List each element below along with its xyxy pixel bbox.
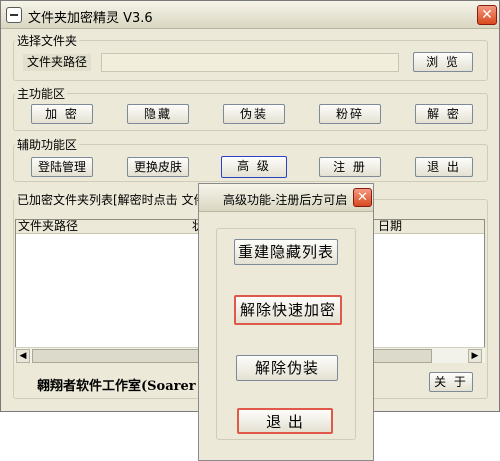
folder-path-input[interactable] xyxy=(101,53,399,72)
studio-name: 翱翔者软件工作室(Soarer xyxy=(37,379,196,394)
scroll-left-icon[interactable]: ◀ xyxy=(16,349,30,363)
dialog-title-bar[interactable]: 高级功能-注册后方可启 ✕ xyxy=(199,184,373,212)
disguise-button[interactable]: 伪装 xyxy=(223,104,285,124)
folder-path-label: 文件夹路径 xyxy=(23,54,92,71)
change-skin-button[interactable]: 更换皮肤 xyxy=(127,157,189,177)
advanced-dialog: 高级功能-注册后方可启 ✕ 重建隐藏列表 解除快速加密 解除伪装 退 出 xyxy=(198,183,374,461)
scroll-right-icon[interactable]: ▶ xyxy=(468,349,482,363)
dialog-title: 高级功能-注册后方可启 xyxy=(223,193,348,207)
about-button[interactable]: 关 于 xyxy=(429,372,473,392)
encrypted-list-group-label: 已加密文件夹列表[解密时点击 文件 xyxy=(15,191,208,208)
browse-button[interactable]: 浏 览 xyxy=(413,52,473,72)
exit-button[interactable]: 退 出 xyxy=(415,157,473,177)
hide-button[interactable]: 隐藏 xyxy=(127,104,189,124)
remove-quick-encrypt-button[interactable]: 解除快速加密 xyxy=(234,295,342,325)
shred-button[interactable]: 粉碎 xyxy=(319,104,381,124)
close-button[interactable]: ✕ xyxy=(477,5,497,25)
main-function-group-label: 主功能区 xyxy=(15,85,68,102)
remove-disguise-button[interactable]: 解除伪装 xyxy=(236,355,338,381)
window-title: 文件夹加密精灵 V3.6 xyxy=(28,11,153,26)
advanced-button[interactable]: 高 级 xyxy=(221,156,287,178)
decrypt-button[interactable]: 解 密 xyxy=(415,104,473,124)
column-folder-path[interactable]: 文件夹路径 xyxy=(18,220,78,233)
column-date[interactable]: 日期 xyxy=(378,220,402,233)
aux-function-group-label: 辅助功能区 xyxy=(15,136,80,153)
dialog-exit-button[interactable]: 退 出 xyxy=(237,408,333,434)
system-menu-icon[interactable] xyxy=(6,7,22,23)
register-button[interactable]: 注 册 xyxy=(319,157,381,177)
select-folder-group-label: 选择文件夹 xyxy=(15,32,80,49)
rebuild-hidden-list-button[interactable]: 重建隐藏列表 xyxy=(234,239,338,265)
title-bar[interactable]: 文件夹加密精灵 V3.6 ✕ xyxy=(1,1,499,29)
encrypt-button[interactable]: 加 密 xyxy=(31,104,93,124)
dialog-close-button[interactable]: ✕ xyxy=(353,188,372,207)
login-manage-button[interactable]: 登陆管理 xyxy=(31,157,93,177)
